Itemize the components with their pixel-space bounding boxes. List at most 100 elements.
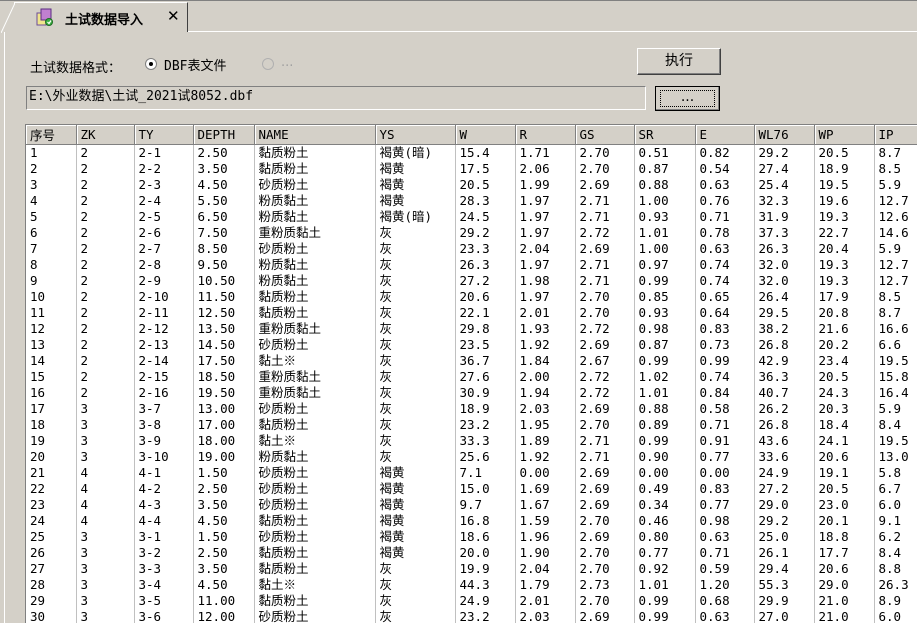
table-cell: 27.0 (754, 608, 815, 623)
table-row[interactable]: 4 2 2-4 5.50 粉质黏土 褐黄 28.3 1.97 2.71 1.00 0.76 32.3 1… (26, 192, 917, 209)
table-cell: 17.50 (193, 352, 255, 369)
table-row[interactable]: 18 3 3-8 17.00 黏质粉土灰 23.2 1.95 2.70 0.89 0.71 26.8… (26, 416, 917, 433)
table-cell: 1.01 (634, 576, 696, 593)
table-row[interactable]: 5 2 2-5 6.50 粉质黏土 褐黄(暗) 24.5 1.97 2.71 0.93 0.71 31… (26, 208, 917, 225)
table-row[interactable]: 28 3 3-4 4.50 黏土※ 灰 44.3 1.79 2.73 1.01 1.20 55.3 29… (26, 576, 917, 593)
table-cell: 24.9 (455, 592, 516, 609)
table-row[interactable]: 27 3 3-3 3.50 黏质粉土灰 19.9 2.04 2.70 0.92 0.59 29.4 2… (26, 560, 917, 577)
table-cell: 2.50 (193, 544, 255, 561)
table-row[interactable]: 25 3 3-1 1.50 砂质粉土 褐黄 18.6 1.96 2.69 0.80 0.63 25.0… (26, 528, 917, 545)
column-header[interactable]: WL76 (754, 125, 815, 145)
table-row[interactable]: 13 2 2-13 14.50 砂质粉土灰 23.5 1.92 2.69 0.87 0.73 26.… (26, 336, 917, 353)
table-cell: 26.8 (754, 336, 815, 353)
table-cell: 2.70 (575, 288, 635, 305)
table-row[interactable]: 14 2 2-14 17.50 黏土※ 灰 36.7 1.84 2.67 0.99 0.99 42.9… (26, 352, 917, 369)
table-row[interactable]: 8 2 2-8 9.50 粉质黏土灰 26.3 1.97 2.71 0.97 0.74 32.0 19… (26, 256, 917, 273)
table-cell: 重粉质黏土 (254, 320, 376, 337)
column-header[interactable]: NAME (254, 125, 376, 145)
table-cell: 黏质粉土 (254, 304, 376, 321)
radio-dbf-label[interactable]: DBF表文件 (164, 55, 226, 74)
table-cell: 2.69 (575, 400, 635, 417)
table-cell: 20.6 (814, 448, 875, 465)
table-cell: 11.00 (193, 592, 255, 609)
radio-dbf[interactable] (145, 58, 157, 70)
column-header[interactable]: TY (134, 125, 194, 145)
table-cell: 0.46 (634, 512, 696, 529)
table-cell: 2 (76, 208, 135, 225)
column-header[interactable]: DEPTH (193, 125, 255, 145)
table-cell: 18.9 (814, 160, 875, 177)
table-row[interactable]: 7 2 2-7 8.50 砂质粉土灰 23.3 2.04 2.69 1.00 0.63 26.3 20… (26, 240, 917, 257)
table-cell: 2.70 (575, 416, 635, 433)
table-row[interactable]: 3 2 2-3 4.50 砂质粉土 褐黄 20.5 1.99 2.69 0.88 0.63 25.4 1… (26, 176, 917, 193)
column-header[interactable]: ZK (76, 125, 135, 145)
table-cell: 5.50 (193, 192, 255, 209)
table-row[interactable]: 12 2 2-12 13.50 重粉质黏土灰 29.8 1.93 2.72 0.98 0.83 38… (26, 320, 917, 337)
table-cell: 2.71 (575, 192, 635, 209)
table-cell: 20.1 (814, 512, 875, 529)
data-grid[interactable]: 序号 ZK TY DEPTH NAME YS W R GS SR E WL76 WP IP 1 2 2-1 2.… (25, 124, 917, 623)
column-header[interactable]: SR (634, 125, 696, 145)
close-icon[interactable]: ✕ (167, 6, 180, 26)
browse-button[interactable]: ... (655, 86, 720, 111)
table-row[interactable]: 1 2 2-1 2.50 黏质粉土 褐黄(暗) 15.4 1.71 2.70 0.51 0.82 29… (26, 144, 917, 161)
table-cell: 2.70 (575, 560, 635, 577)
table-cell: 9.1 (874, 512, 917, 529)
table-cell: 4-3 (134, 496, 194, 513)
table-row[interactable]: 21 4 4-1 1.50 砂质粉土 褐黄 7.1 0.00 2.69 0.00 0.00 24.9 1… (26, 464, 917, 481)
table-row[interactable]: 6 2 2-6 7.50 重粉质黏土灰 29.2 1.97 2.72 1.01 0.78 37.3 2… (26, 224, 917, 241)
table-cell: 2.70 (575, 304, 635, 321)
table-cell: 1.97 (515, 224, 576, 241)
table-cell: 28.3 (455, 192, 516, 209)
table-cell: 砂质粉土 (254, 480, 376, 497)
table-row[interactable]: 29 3 3-5 11.00 黏质粉土灰 24.9 2.01 2.70 0.99 0.68 29.9… (26, 592, 917, 609)
table-cell: 0.80 (634, 528, 696, 545)
table-row[interactable]: 19 3 3-9 18.00 黏土※ 灰 33.3 1.89 2.71 0.99 0.91 43.6 2… (26, 432, 917, 449)
table-cell: 18.50 (193, 368, 255, 385)
table-cell: 0.71 (695, 208, 755, 225)
table-row[interactable]: 26 3 3-2 2.50 黏质粉土 褐黄 20.0 1.90 2.70 0.77 0.71 26.1… (26, 544, 917, 561)
table-cell: 9 (26, 272, 77, 289)
column-header[interactable]: WP (814, 125, 875, 145)
table-cell: 29.5 (754, 304, 815, 321)
table-row[interactable]: 10 2 2-10 11.50 黏质粉土灰 20.6 1.97 2.70 0.85 0.65 26.… (26, 288, 917, 305)
column-header[interactable]: GS (575, 125, 635, 145)
table-cell: 0.82 (695, 144, 755, 161)
table-cell: 4.50 (193, 176, 255, 193)
file-path-field[interactable]: E:\外业数据\土试_2021试8052.dbf (26, 86, 646, 110)
column-header[interactable]: R (515, 125, 576, 145)
table-row[interactable]: 15 2 2-15 18.50 重粉质黏土灰 27.6 2.00 2.72 1.02 0.74 36… (26, 368, 917, 385)
table-row[interactable]: 2 2 2-2 3.50 黏质粉土 褐黄 17.5 2.06 2.70 0.87 0.54 27.4 1… (26, 160, 917, 177)
tab-soil-test-import[interactable]: 土试数据导入 ✕ (1, 2, 188, 33)
table-cell: 8.8 (874, 560, 917, 577)
table-cell: 重粉质黏土 (254, 368, 376, 385)
table-cell: 0.77 (634, 544, 696, 561)
column-header[interactable]: 序号 (26, 125, 77, 145)
table-cell: 18.00 (193, 432, 255, 449)
table-row[interactable]: 11 2 2-11 12.50 黏质粉土灰 22.1 2.01 2.70 0.93 0.64 29.… (26, 304, 917, 321)
table-row[interactable]: 16 2 2-16 19.50 重粉质黏土灰 30.9 1.94 2.72 1.01 0.84 40… (26, 384, 917, 401)
table-cell: 2 (76, 320, 135, 337)
table-row[interactable]: 22 4 4-2 2.50 砂质粉土 褐黄 15.0 1.69 2.69 0.49 0.83 27.2… (26, 480, 917, 497)
table-row[interactable]: 9 2 2-9 10.50 粉质黏土灰 27.2 1.98 2.71 0.99 0.74 32.0 1… (26, 272, 917, 289)
table-cell: 27 (26, 560, 77, 577)
table-cell: 23.0 (814, 496, 875, 513)
table-cell: 10.50 (193, 272, 255, 289)
table-row[interactable]: 23 4 4-3 3.50 砂质粉土 褐黄 9.7 1.67 2.69 0.34 0.77 29.0 2… (26, 496, 917, 513)
column-header[interactable]: YS (375, 125, 456, 145)
table-cell: 26.3 (455, 256, 516, 273)
table-row[interactable]: 20 3 3-10 19.00 粉质黏土灰 25.6 1.92 2.71 0.90 0.77 33.… (26, 448, 917, 465)
table-row[interactable]: 24 4 4-4 4.50 黏质粉土 褐黄 16.8 1.59 2.70 0.46 0.98 29.2… (26, 512, 917, 529)
table-row[interactable]: 30 3 3-6 12.00 砂质粉土灰 23.2 2.03 2.69 0.99 0.63 27.0… (26, 608, 917, 623)
table-cell: 25 (26, 528, 77, 545)
column-header[interactable]: W (455, 125, 516, 145)
column-header[interactable]: IP (874, 125, 917, 145)
table-cell: 3-8 (134, 416, 194, 433)
execute-button[interactable]: 执行 (637, 48, 721, 75)
tab-title: 土试数据导入 (65, 13, 144, 28)
table-cell: 12 (26, 320, 77, 337)
table-cell: 灰 (375, 288, 456, 305)
table-cell: 20.6 (455, 288, 516, 305)
table-row[interactable]: 17 3 3-7 13.00 砂质粉土灰 18.9 2.03 2.69 0.88 0.58 26.2… (26, 400, 917, 417)
column-header[interactable]: E (695, 125, 755, 145)
